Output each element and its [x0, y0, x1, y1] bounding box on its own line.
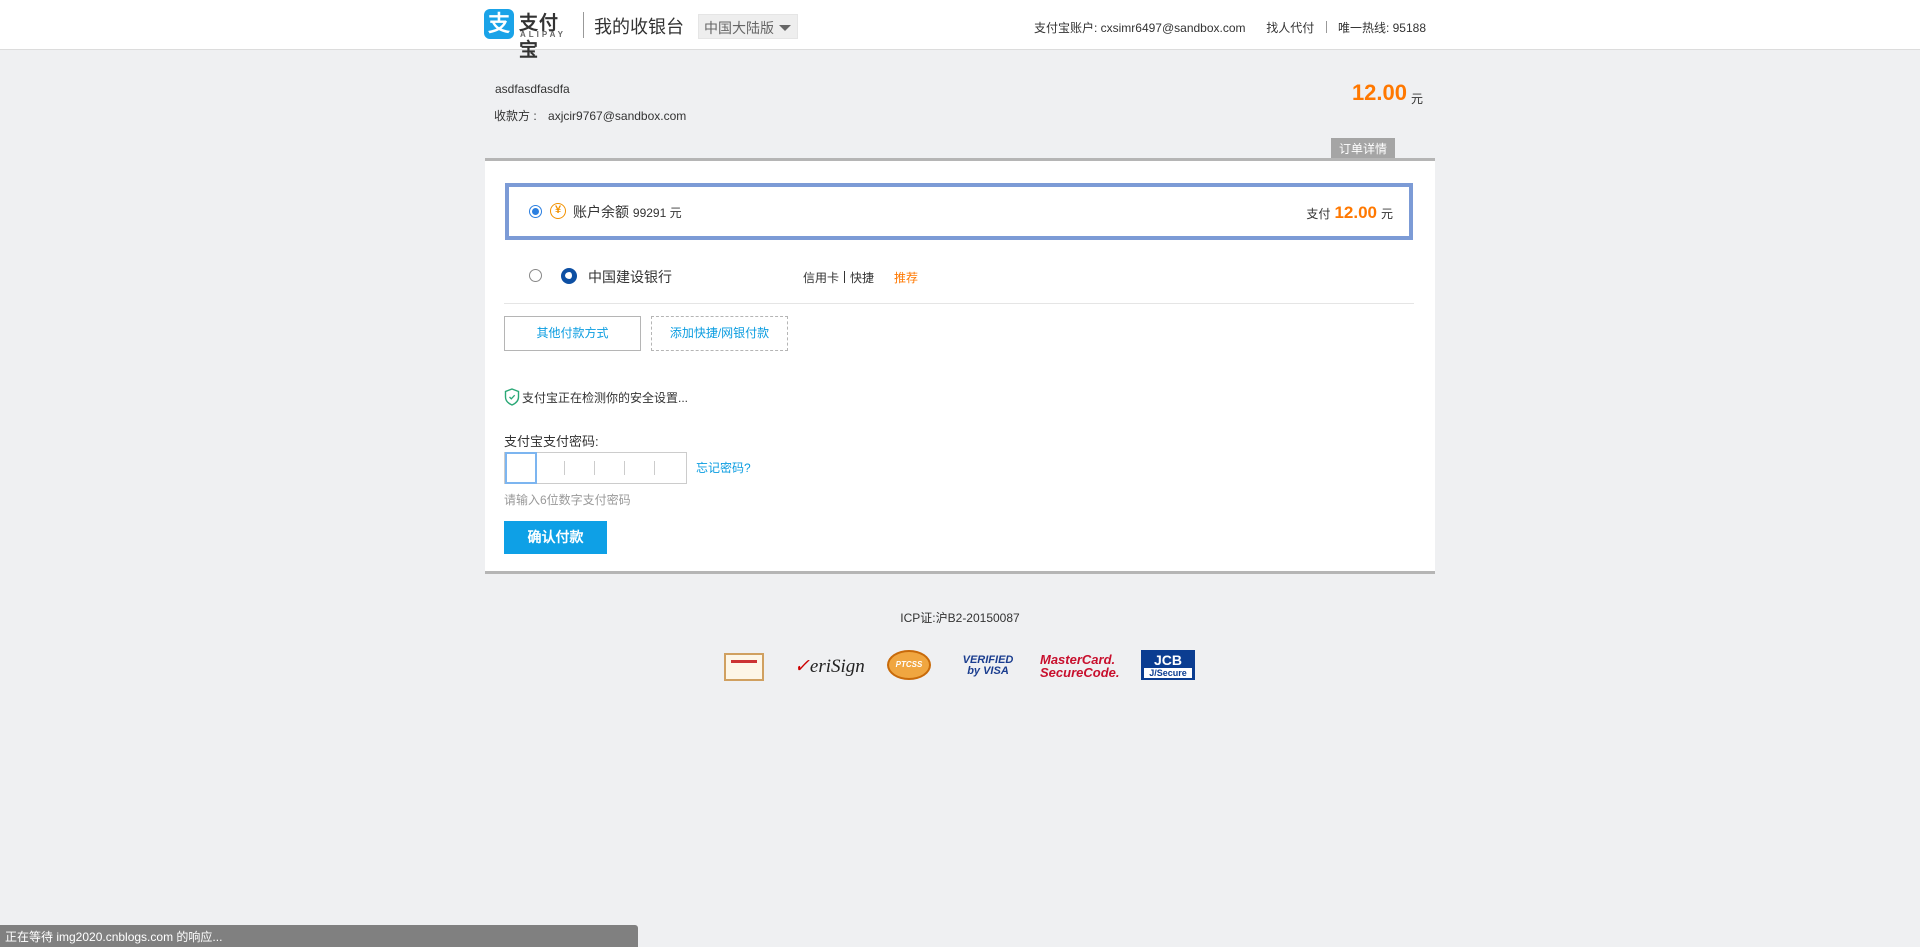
payment-password-input[interactable]	[504, 452, 687, 484]
region-dropdown-value: 中国大陆版	[704, 20, 774, 36]
yuan-coin-icon: ¥	[550, 203, 566, 219]
region-dropdown[interactable]: 中国大陆版	[698, 14, 798, 39]
ptcss-badge[interactable]: PTCSS	[887, 650, 931, 680]
pay-unit: 元	[1380, 207, 1393, 221]
password-hint: 请输入6位数字支付密码	[504, 493, 631, 507]
recommend-badge: 推荐	[894, 271, 919, 285]
mastercard-securecode-badge[interactable]: MasterCard. SecureCode.	[1040, 653, 1120, 685]
balance-label-group: 账户余额 99291 元	[573, 202, 682, 222]
payment-method-balance[interactable]: ¥ 账户余额 99291 元 支付 12.00 元	[505, 183, 1413, 240]
forgot-password-link[interactable]: 忘记密码?	[696, 459, 751, 476]
account-email: cxsimr6497@sandbox.com	[1100, 21, 1246, 35]
password-digit-2[interactable]	[535, 453, 565, 483]
verisign-badge[interactable]: eriSign	[794, 655, 865, 687]
order-detail-tab[interactable]: 订单详情	[1331, 138, 1395, 160]
add-payment-method-button[interactable]: 添加快捷/网银付款	[651, 316, 788, 351]
header-account-info: 支付宝账户: cxsimr6497@sandbox.com 找人代付 唯一热线:…	[1034, 19, 1426, 36]
order-name: asdfasdfasdfa	[495, 82, 570, 96]
find-pay-link[interactable]: 找人代付	[1266, 19, 1314, 36]
visa-line2: by VISA	[967, 665, 1009, 677]
icp-license: ICP证:沪B2-20150087	[900, 611, 1020, 625]
password-digit-3[interactable]	[565, 453, 595, 483]
payment-panel: ¥ 账户余额 99291 元 支付 12.00 元 中国建设银行 信用卡 快捷 推荐 …	[485, 158, 1435, 574]
tag-credit-card: 信用卡	[803, 271, 840, 285]
other-payment-methods-button[interactable]: 其他付款方式	[504, 316, 641, 351]
ccb-bank-icon	[561, 268, 577, 284]
security-check-status: 支付宝正在检测你的安全设置...	[504, 388, 688, 406]
order-amount-unit: 元	[1411, 92, 1424, 106]
confirm-payment-button[interactable]: 确认付款	[504, 521, 607, 554]
verisign-text: eriSign	[809, 656, 865, 677]
hotline-label: 唯一热线:	[1337, 21, 1390, 35]
methods-divider	[504, 303, 1414, 304]
header-divider	[583, 12, 584, 38]
password-digit-6[interactable]	[655, 453, 685, 483]
jcb-line1: JCB	[1153, 652, 1182, 668]
password-digit-4[interactable]	[595, 453, 625, 483]
chevron-down-icon	[779, 25, 791, 31]
jcb-jsecure-badge[interactable]: JCB J/Secure	[1141, 650, 1195, 680]
account-label: 支付宝账户:	[1033, 21, 1098, 35]
bank-card-tags: 信用卡 快捷	[803, 269, 874, 286]
alipay-logo-icon: 支	[484, 9, 514, 39]
password-digit-1[interactable]	[505, 452, 537, 484]
security-badges: eriSign PTCSS VERIFIED by VISA MasterCar…	[724, 650, 1195, 687]
balance-pay-amount: 支付 12.00 元	[1306, 203, 1393, 223]
header-separator	[1325, 21, 1327, 33]
bank-label[interactable]: 中国建设银行	[588, 267, 672, 287]
payee-email: axjcir9767@sandbox.com	[548, 109, 687, 123]
mc-line2: SecureCode.	[1040, 665, 1120, 680]
payee-info: 收款方 : axjcir9767@sandbox.com	[494, 107, 686, 124]
alipay-logo-subtext: ALIPAY	[520, 30, 567, 39]
tag-quick-pay: 快捷	[850, 271, 875, 285]
bank-radio[interactable]	[529, 269, 542, 282]
shield-icon	[504, 388, 520, 406]
balance-radio[interactable]	[529, 205, 542, 218]
jcb-line2: J/Secure	[1144, 668, 1192, 678]
page-title: 我的收银台	[594, 17, 684, 37]
alipay-logo[interactable]: 支 支付宝 ALIPAY	[484, 9, 574, 61]
pay-amount: 12.00	[1334, 203, 1377, 222]
browser-status-bar: 正在等待 img2020.cnblogs.com 的响应...	[0, 925, 638, 947]
order-amount: 12.00	[1351, 80, 1407, 105]
top-header: 支 支付宝 ALIPAY 我的收银台 中国大陆版 支付宝账户: cxsimr64…	[0, 0, 1920, 61]
balance-amount: 99291 元	[632, 206, 682, 220]
balance-label: 账户余额	[573, 204, 629, 220]
hotline-number: 95188	[1392, 21, 1426, 35]
password-digit-5[interactable]	[625, 453, 655, 483]
password-label: 支付宝支付密码:	[504, 434, 599, 449]
pay-prefix: 支付	[1306, 207, 1331, 221]
certificate-badge-icon[interactable]	[724, 653, 764, 681]
verified-by-visa-badge[interactable]: VERIFIED by VISA	[962, 655, 1014, 687]
security-check-text: 支付宝正在检测你的安全设置...	[522, 391, 689, 405]
payee-label: 收款方 :	[494, 109, 537, 123]
